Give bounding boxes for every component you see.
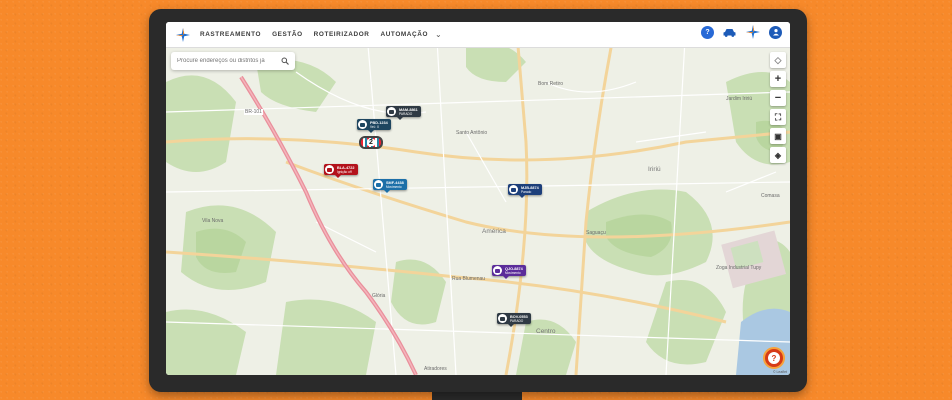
vehicle-marker[interactable]: BLA-4722 Ignição off	[324, 164, 358, 178]
fit-bounds-icon[interactable]: ⛶	[770, 109, 786, 125]
top-navigation: RASTREAMENTO GESTÃO ROTEIRIZADOR AUTOMAÇ…	[166, 22, 790, 48]
vehicle-status: Movimento	[505, 270, 521, 275]
vehicle-status: Ignição off	[337, 169, 352, 174]
chevron-down-icon[interactable]: ⌄	[435, 30, 442, 39]
map-label-rua-blumenau: Rua Blumenau	[452, 276, 486, 282]
map-label-saguacu: Saguaçu	[586, 230, 606, 236]
truck-icon	[374, 180, 383, 189]
help-badge-label: ?	[768, 352, 780, 364]
map-label-santo-antonio: Santo Antônio	[456, 130, 488, 136]
search-icon[interactable]	[281, 57, 289, 65]
help-label: ?	[705, 28, 710, 36]
help-icon[interactable]: ?	[701, 25, 714, 39]
cluster-count: 2	[367, 139, 375, 146]
map-toolbar: ◇ + − ⛶ ▣ ◈	[770, 52, 786, 163]
map-attribution[interactable]: © Leaflet	[773, 370, 787, 374]
save-icon[interactable]: ▣	[770, 128, 786, 144]
vehicle-cluster[interactable]: 2	[359, 136, 383, 149]
map-label-centro: Centro	[536, 328, 556, 335]
vehicle-marker[interactable]: PBD-1234 Vel.: 0	[357, 119, 391, 133]
vehicle-marker[interactable]: MAM-8861 PARADO	[386, 106, 421, 120]
nav-roteirizador[interactable]: ROTEIRIZADOR	[314, 31, 370, 38]
monitor-frame: BR-101 Bom Retiro Jardim Iririú Iririú C…	[149, 9, 807, 392]
map-canvas[interactable]	[166, 22, 790, 375]
map-label-america: América	[482, 228, 506, 235]
map-label-zona-industrial: Zoga Industrial Tupy	[716, 265, 762, 271]
map-label-br101: BR-101	[244, 109, 263, 115]
vehicle-status: Parado	[521, 189, 532, 194]
map-label-iririu: Iririú	[648, 166, 661, 173]
map-label-bom-retiro: Bom Retiro	[538, 81, 564, 87]
zoom-in-button[interactable]: +	[770, 71, 786, 87]
map-label-atiradores: Atiradores	[424, 366, 447, 372]
app-screen: BR-101 Bom Retiro Jardim Iririú Iririú C…	[166, 22, 790, 375]
vehicle-status: PARADO	[510, 318, 524, 323]
truck-icon	[493, 266, 502, 275]
map-label-jardim-iririu: Jardim Iririú	[726, 96, 753, 102]
truck-icon	[498, 314, 507, 323]
map-label-gloria: Glória	[372, 293, 386, 299]
nav-gestao[interactable]: GESTÃO	[272, 31, 303, 38]
user-icon[interactable]	[769, 25, 782, 39]
nav-rastreamento[interactable]: RASTREAMENTO	[200, 31, 261, 38]
vehicle-marker[interactable]: BOV-0553 PARADO	[497, 313, 531, 327]
truck-icon	[358, 120, 367, 129]
search-input[interactable]	[177, 58, 277, 64]
vehicle-status: Movimento	[386, 184, 402, 189]
map-label-comasa: Comasa	[761, 193, 780, 199]
vehicle-marker[interactable]: MJB-8874 Parado	[508, 184, 542, 198]
zoom-out-button[interactable]: −	[770, 90, 786, 106]
layers-icon[interactable]: ◇	[770, 52, 786, 68]
address-search	[171, 52, 295, 70]
logo-icon[interactable]	[172, 24, 194, 46]
nav-automacao[interactable]: AUTOMAÇÃO	[381, 31, 429, 38]
truck-icon	[387, 107, 396, 116]
vehicle-marker[interactable]: SMF-4438 Movimento	[373, 179, 407, 193]
vehicle-status: PARADO	[399, 111, 413, 116]
vehicle-status: Vel.: 0	[370, 124, 379, 129]
vehicle-marker[interactable]: QJO-8874 Movimento	[492, 265, 526, 279]
support-help-button[interactable]: ?	[763, 347, 785, 369]
map-label-vila-nova: Vila Nova	[202, 218, 224, 224]
eraser-icon[interactable]: ◈	[770, 147, 786, 163]
truck-icon	[325, 165, 334, 174]
car-icon[interactable]	[723, 26, 737, 39]
truck-icon	[509, 185, 518, 194]
brand-icon[interactable]	[746, 25, 760, 39]
